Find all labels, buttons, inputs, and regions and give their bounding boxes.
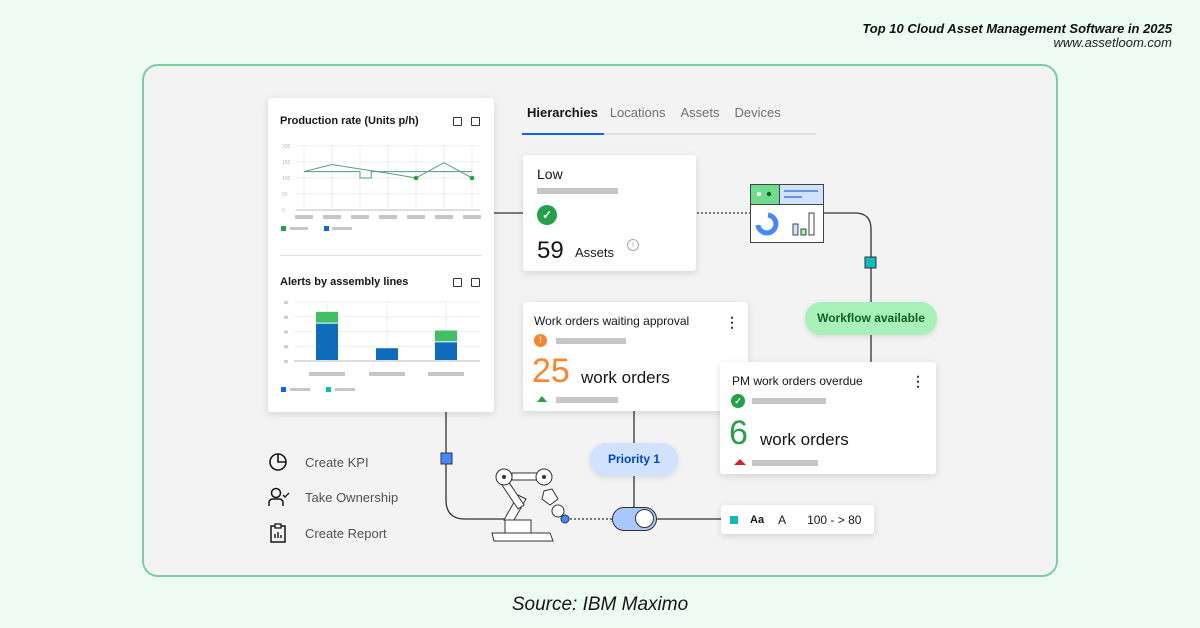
bar-blue [435,342,457,360]
x-tick-label [435,215,453,219]
production-line-chart: 200 150 100 50 0 [281,144,481,231]
bar-green [435,330,457,342]
legend-label [332,227,352,230]
charts-panel: Production rate (Units p/h) 200 150 100 50 0… [268,98,494,412]
data-point [469,175,475,181]
take-ownership-label: Take Ownership [305,489,399,505]
x-tick-label [407,215,425,219]
pm-overdue-card[interactable]: PM work orders overdue ⋮ ✓ 6 work orders [720,362,936,474]
bar-blue [316,323,338,360]
source-caption: Source: IBM Maximo [511,594,689,615]
legend-swatch-blue [324,226,329,231]
y-tick-label [284,345,288,349]
y-tick-label: 200 [282,144,291,150]
pm-card-title: PM work orders overdue [732,374,863,388]
work-orders-approval-card[interactable]: Work orders waiting approval ⋮ ! 25 work… [523,302,748,411]
trend-up-icon [537,396,547,402]
pm-unit: work orders [760,430,849,449]
x-tick-label [295,215,313,219]
check-circle-icon: ✓ [731,394,745,408]
x-tick-label [428,372,464,376]
legend-label [290,388,310,391]
placeholder-bar [537,188,618,194]
create-kpi-label: Create KPI [305,454,369,470]
tab-devices[interactable]: Devices [729,98,790,133]
y-tick-label [284,330,288,334]
connector-dashboard-workflow [823,212,872,362]
priority-badge[interactable]: Priority 1 [590,443,678,476]
placeholder-bar [556,338,626,344]
placeholder-bar [752,398,826,404]
text-style-icon: Aa [750,513,765,526]
assets-unit: Assets [575,245,615,260]
y-tick-label: 150 [282,160,291,166]
wo-card-title: Work orders waiting approval [534,314,690,328]
create-kpi-action[interactable]: Create KPI [268,452,369,472]
wo-count: 25 [532,352,570,390]
grade-label: A [778,512,787,527]
low-card-title: Low [537,166,563,182]
placeholder-bar [556,397,618,403]
y-tick-label: 100 [282,176,291,182]
overflow-menu-icon[interactable]: ⋮ [725,315,739,329]
x-tick-label [369,372,405,376]
user-check-icon [268,487,290,506]
bar-blue [376,348,398,360]
info-icon[interactable]: i [627,239,639,251]
low-assets-card[interactable]: Low ✓ 59 Assets i [523,155,696,271]
x-tick-label [351,215,369,219]
connector-node-blue [440,452,453,465]
assets-count: 59 [537,237,564,264]
toggle-knob [635,509,654,528]
warning-icon: ! [534,334,547,347]
trend-up-red-icon [734,459,746,465]
x-tick-label [309,372,345,376]
bar-green [316,311,338,323]
automation-toggle[interactable] [612,507,657,531]
legend-swatch-teal [326,387,331,392]
panel-divider [280,255,482,256]
y-tick-label: 50 [282,192,288,198]
alerts-chart-title: Alerts by assembly lines [280,276,409,288]
y-tick-label [284,315,288,319]
robot-arm-icon [491,468,570,542]
expand-icon[interactable] [453,117,462,126]
tab-assets[interactable]: Assets [674,98,728,133]
tab-hierarchies[interactable]: Hierarchies [522,98,604,135]
take-ownership-action[interactable]: Take Ownership [268,487,398,507]
legend-label [335,388,355,391]
pie-chart-icon [269,453,287,471]
tab-locations[interactable]: Locations [604,98,675,133]
alerts-bar-chart [281,301,480,392]
overflow-menu-icon[interactable]: ⋮ [911,374,925,388]
create-report-label: Create Report [305,525,387,541]
legend-swatch-blue [281,387,286,392]
expand-icon[interactable] [453,278,462,287]
check-circle-icon: ✓ [537,205,557,225]
y-tick-label [284,360,288,363]
rule-card[interactable]: Aa A 100 - > 80 [721,505,874,534]
x-tick-label [463,215,481,219]
y-tick-label: 0 [282,208,285,214]
dashboard-icon [750,184,824,243]
x-tick-label [323,215,341,219]
y-tick-label [284,301,288,304]
connector-node-teal [864,256,877,269]
calendar-icon[interactable] [471,117,480,126]
wo-unit: work orders [581,368,670,387]
calendar-icon[interactable] [471,278,480,287]
teal-square-icon [730,515,738,524]
report-icon [270,523,286,543]
x-tick-label [379,215,397,219]
placeholder-bar [752,460,818,466]
data-point [413,175,419,181]
legend-label [290,227,308,230]
create-report-action[interactable]: Create Report [268,523,387,543]
workflow-available-badge[interactable]: Workflow available [805,302,937,335]
production-chart-title: Production rate (Units p/h) [280,115,419,127]
legend-swatch-green [281,226,286,231]
hierarchy-tabs: Hierarchies Locations Assets Devices [522,98,816,135]
value-change: 100 - > 80 [807,512,862,527]
pm-count: 6 [729,414,748,452]
